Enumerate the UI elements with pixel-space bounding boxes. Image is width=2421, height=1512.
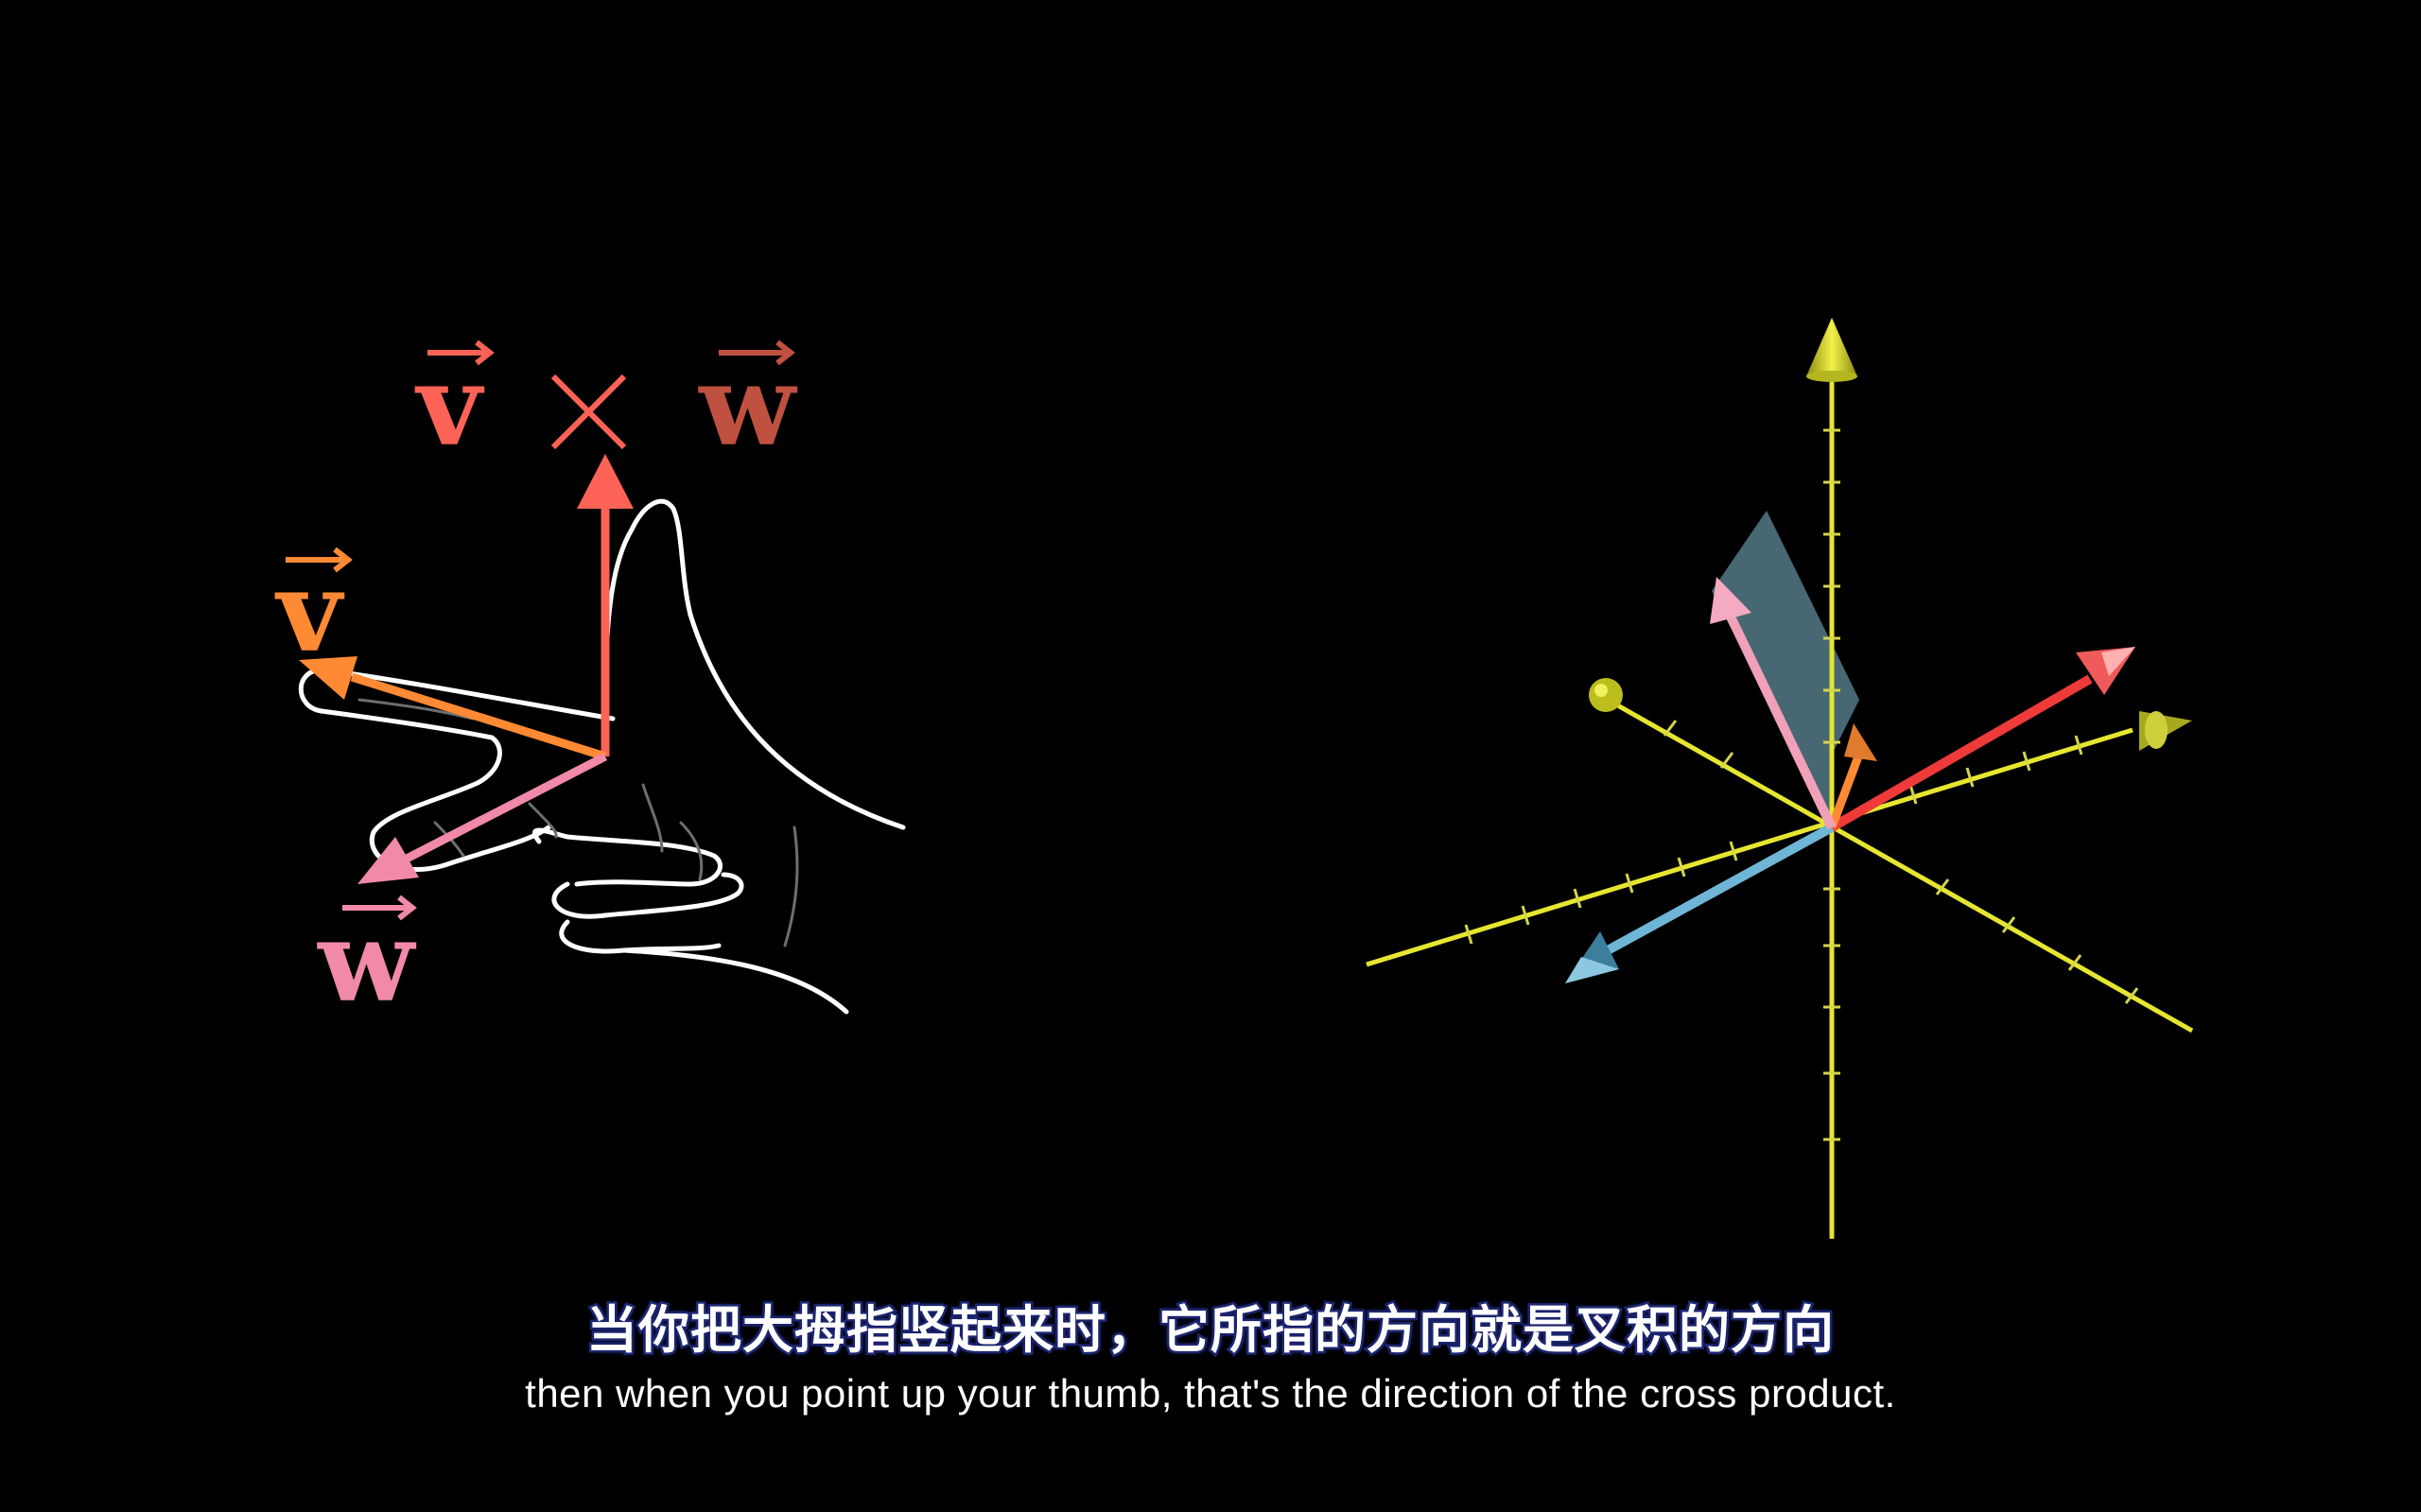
axis-ticks xyxy=(1464,428,2139,1141)
axis-sphere-left xyxy=(1589,678,1623,712)
chinese-subtitle: 当你把大拇指竖起来时，它所指的方向就是叉积的方向 xyxy=(584,1298,1837,1363)
hand-v-label-group: v xyxy=(274,546,353,677)
times-symbol xyxy=(550,374,627,450)
equation-w-label: w xyxy=(697,339,797,471)
cross-product-equation: v w xyxy=(414,339,797,471)
animation-frame: v w v w xyxy=(274,318,2194,1239)
hand-creases xyxy=(357,698,799,947)
w-vector xyxy=(357,752,608,884)
hand-w-label-group: w xyxy=(316,895,417,1027)
3d-coordinate-scene xyxy=(1366,318,2194,1239)
axis-diagonal xyxy=(1366,376,2194,1239)
english-subtitle: then when you point up your thumb, that'… xyxy=(525,1371,1896,1416)
hand-v-label: v xyxy=(274,546,345,677)
equation-v-label: v xyxy=(414,339,485,471)
parallelogram-surface xyxy=(1712,511,1859,823)
hand-w-label: w xyxy=(316,895,416,1027)
cyan-vector xyxy=(1565,823,1835,983)
cross-product-vector xyxy=(577,454,634,756)
red-3d-vector xyxy=(1829,647,2135,832)
right-hand-rule-diagram: v w v w xyxy=(274,339,906,1027)
z-axis-cone xyxy=(1806,318,1857,376)
v-vector xyxy=(299,656,607,761)
